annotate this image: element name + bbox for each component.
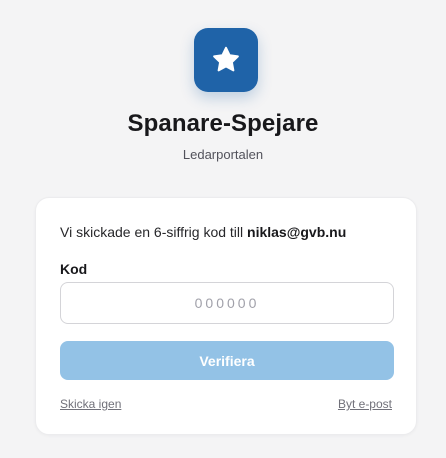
verification-card: Vi skickade en 6-siffrig kod till niklas… [35, 197, 417, 435]
code-input[interactable] [60, 282, 394, 324]
app-subtitle: Ledarportalen [182, 147, 264, 162]
code-label: Kod [60, 261, 88, 277]
app-logo [194, 28, 258, 92]
verification-info-text: Vi skickade en 6-siffrig kod till niklas… [60, 222, 346, 242]
email-address: niklas@gvb.nu [247, 224, 347, 240]
verify-button[interactable]: Verifiera [60, 341, 394, 380]
star-icon [213, 46, 239, 72]
info-prefix: Vi skickade en 6-siffrig kod till [60, 224, 248, 240]
change-email-link[interactable]: Byt e-post [338, 396, 392, 412]
app-title: Spanare-Spejare [127, 110, 319, 137]
resend-code-link[interactable]: Skicka igen [60, 396, 121, 412]
